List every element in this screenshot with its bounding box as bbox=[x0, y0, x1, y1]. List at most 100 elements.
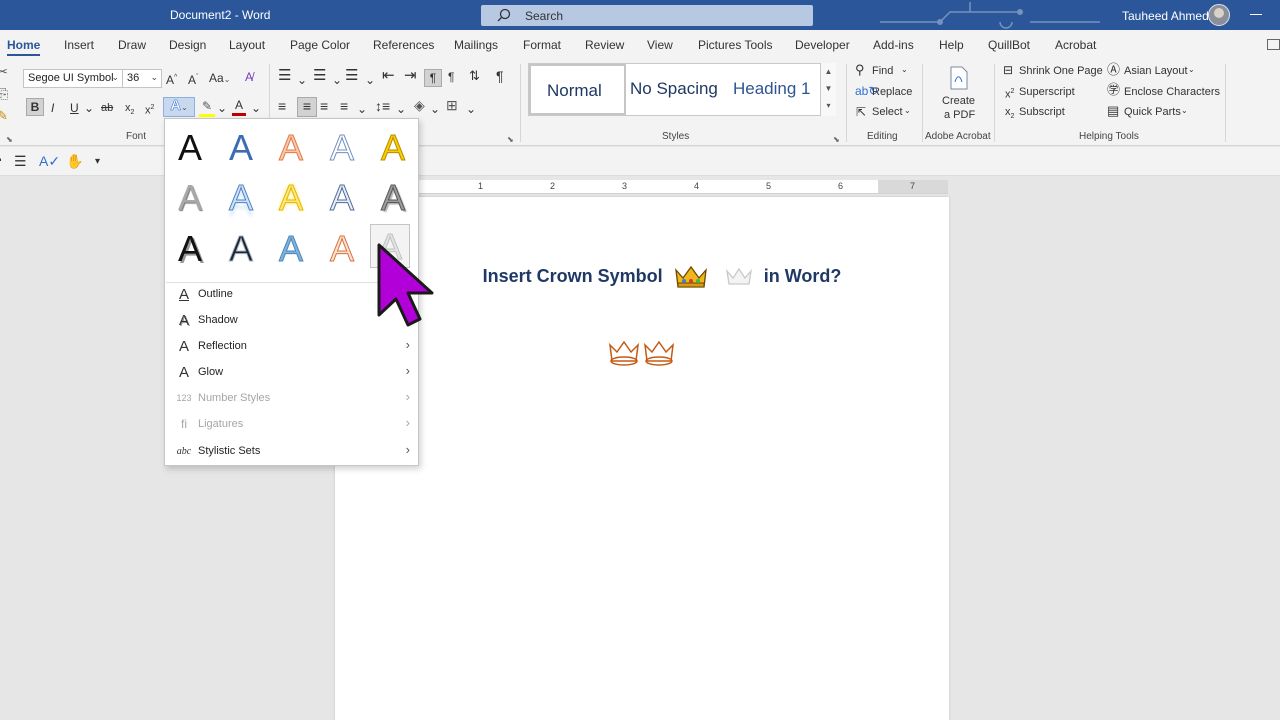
strikethrough-button[interactable]: ab bbox=[101, 100, 113, 116]
font-name-combo[interactable]: Segoe UI Symbol ⌄ bbox=[23, 69, 123, 88]
text-effect-style[interactable]: A bbox=[170, 126, 210, 170]
tab-home[interactable]: Home bbox=[7, 38, 40, 52]
align-center-icon[interactable]: ≡ bbox=[297, 97, 317, 117]
superscript-button[interactable]: x2 bbox=[145, 100, 154, 119]
touch-mode-icon[interactable]: ✋ bbox=[66, 153, 83, 170]
style-heading-1[interactable]: Heading 1 bbox=[729, 64, 821, 115]
chevron-down-icon[interactable]: ⌄ bbox=[396, 101, 406, 117]
highlighter-icon[interactable]: ✎ bbox=[199, 98, 215, 117]
decrease-indent-icon[interactable]: ⇤ bbox=[382, 68, 395, 84]
tab-design[interactable]: Design bbox=[169, 38, 206, 52]
tab-review[interactable]: Review bbox=[585, 38, 624, 52]
text-effect-style[interactable]: A bbox=[271, 176, 311, 220]
chevron-down-icon[interactable]: ⌄ bbox=[251, 100, 261, 116]
tab-insert[interactable]: Insert bbox=[64, 38, 94, 52]
chevron-down-icon[interactable]: ⌄ bbox=[297, 72, 307, 88]
subscript-tool-button[interactable]: Subscript bbox=[1019, 106, 1065, 118]
tab-pictures-tools[interactable]: Pictures Tools bbox=[698, 38, 772, 52]
subscript-button[interactable]: x2 bbox=[125, 100, 134, 121]
text-effect-style[interactable]: A bbox=[221, 227, 261, 271]
chevron-down-icon[interactable]: ⌄ bbox=[332, 72, 342, 88]
text-effect-style[interactable]: A bbox=[221, 126, 261, 170]
styles-launcher-icon[interactable]: ⬊ bbox=[833, 132, 840, 148]
chevron-down-icon[interactable]: ⌄ bbox=[1188, 65, 1195, 74]
ribbon-display-icon[interactable] bbox=[1267, 39, 1280, 50]
chevron-down-icon[interactable]: ⌄ bbox=[365, 72, 375, 88]
user-name[interactable]: Tauheed Ahmed bbox=[1122, 9, 1209, 23]
clipboard-launcher-icon[interactable]: ⬊ bbox=[6, 132, 13, 148]
text-effect-style[interactable]: A bbox=[322, 176, 362, 220]
paragraph-launcher-icon[interactable]: ⬊ bbox=[507, 132, 514, 148]
tab-acrobat[interactable]: Acrobat bbox=[1055, 38, 1096, 52]
text-effects-button[interactable]: A⌄ bbox=[163, 97, 195, 117]
tab-references[interactable]: References bbox=[373, 38, 434, 52]
asian-layout-button[interactable]: Asian Layout bbox=[1124, 65, 1188, 77]
qat-item-icon[interactable]: ▪ bbox=[0, 155, 2, 166]
copy-icon[interactable]: ⎘ bbox=[0, 86, 8, 102]
quick-parts-button[interactable]: Quick Parts bbox=[1124, 106, 1181, 118]
clear-formatting-icon[interactable]: A̸ bbox=[245, 69, 253, 85]
inserted-crown-symbols[interactable] bbox=[607, 337, 679, 367]
list-icon[interactable]: ☰ bbox=[14, 153, 27, 170]
styles-scroll[interactable]: ▲ ▼ ▾ bbox=[820, 63, 836, 116]
menu-item-stylistic-sets[interactable]: abc Stylistic Sets › bbox=[165, 439, 418, 465]
bullets-icon[interactable]: ☰ bbox=[278, 68, 291, 84]
menu-item-glow[interactable]: A Glow › bbox=[165, 360, 418, 386]
increase-indent-icon[interactable]: ⇥ bbox=[404, 68, 417, 84]
align-right-icon[interactable]: ≡ bbox=[320, 98, 328, 114]
find-button[interactable]: Find bbox=[872, 65, 893, 77]
text-effect-style[interactable]: A bbox=[322, 126, 362, 170]
numbering-icon[interactable]: ☰ bbox=[313, 68, 326, 84]
tab-developer[interactable]: Developer bbox=[795, 38, 850, 52]
horizontal-ruler[interactable]: 1 2 3 4 5 6 7 bbox=[418, 180, 948, 194]
font-color-button[interactable]: A bbox=[232, 97, 246, 116]
font-size-combo[interactable]: 36 ⌄ bbox=[122, 69, 162, 88]
text-effect-style[interactable]: A bbox=[271, 227, 311, 271]
style-normal[interactable]: Normal bbox=[529, 64, 626, 115]
menu-item-reflection[interactable]: A Reflection › bbox=[165, 334, 418, 360]
chevron-down-icon[interactable]: ⌄ bbox=[901, 65, 908, 74]
customize-qat-icon[interactable]: ▾ bbox=[95, 156, 100, 167]
rtl-icon[interactable]: ¶ bbox=[448, 69, 454, 85]
tab-layout[interactable]: Layout bbox=[229, 38, 265, 52]
chevron-down-icon[interactable]: ▼ bbox=[821, 80, 836, 97]
format-painter-icon[interactable]: ✎ bbox=[0, 108, 8, 124]
spelling-icon[interactable]: A✓ bbox=[39, 153, 60, 170]
chevron-down-icon[interactable]: ⌄ bbox=[430, 101, 440, 117]
tab-view[interactable]: View bbox=[647, 38, 673, 52]
italic-button[interactable]: I bbox=[51, 100, 54, 116]
tab-mailings[interactable]: Mailings bbox=[454, 38, 498, 52]
text-effect-style[interactable]: A bbox=[221, 176, 261, 220]
chevron-down-icon[interactable]: ⌄ bbox=[84, 100, 94, 116]
chevron-down-icon[interactable]: ⌄ bbox=[1181, 106, 1188, 115]
shading-icon[interactable]: ◈ bbox=[414, 97, 425, 113]
more-styles-icon[interactable]: ▾ bbox=[821, 97, 836, 114]
enclose-characters-button[interactable]: Enclose Characters bbox=[1124, 86, 1220, 98]
tab-help[interactable]: Help bbox=[939, 38, 964, 52]
avatar[interactable] bbox=[1208, 4, 1230, 26]
text-effect-style[interactable]: A bbox=[373, 126, 413, 170]
tab-page-color[interactable]: Page Color bbox=[290, 38, 350, 52]
search-box[interactable]: Search bbox=[481, 5, 813, 26]
tab-draw[interactable]: Draw bbox=[118, 38, 146, 52]
justify-icon[interactable]: ≡ bbox=[340, 98, 348, 114]
sort-icon[interactable]: ⇅ bbox=[469, 68, 480, 84]
tab-format[interactable]: Format bbox=[523, 38, 561, 52]
chevron-down-icon[interactable]: ⌄ bbox=[357, 101, 367, 117]
text-effect-style[interactable]: A bbox=[373, 176, 413, 220]
text-effect-style[interactable]: A bbox=[322, 227, 362, 271]
text-effect-style[interactable]: A bbox=[271, 126, 311, 170]
chevron-down-icon[interactable]: ⌄ bbox=[904, 106, 911, 115]
align-left-icon[interactable]: ≡ bbox=[278, 98, 286, 114]
underline-button[interactable]: U bbox=[70, 100, 79, 116]
shrink-one-page-button[interactable]: Shrink One Page bbox=[1019, 65, 1103, 77]
tab-quillbot[interactable]: QuillBot bbox=[988, 38, 1030, 52]
change-case-button[interactable]: Aa⌄ bbox=[209, 70, 230, 88]
chevron-down-icon[interactable]: ⌄ bbox=[217, 100, 227, 116]
replace-button[interactable]: Replace bbox=[872, 86, 912, 98]
show-marks-icon[interactable]: ¶ bbox=[496, 68, 504, 84]
chevron-down-icon[interactable]: ⌄ bbox=[466, 101, 476, 117]
ltr-icon[interactable]: ¶ bbox=[424, 69, 442, 87]
tab-add-ins[interactable]: Add-ins bbox=[873, 38, 914, 52]
shrink-font-button[interactable]: Aˇ bbox=[188, 70, 198, 88]
